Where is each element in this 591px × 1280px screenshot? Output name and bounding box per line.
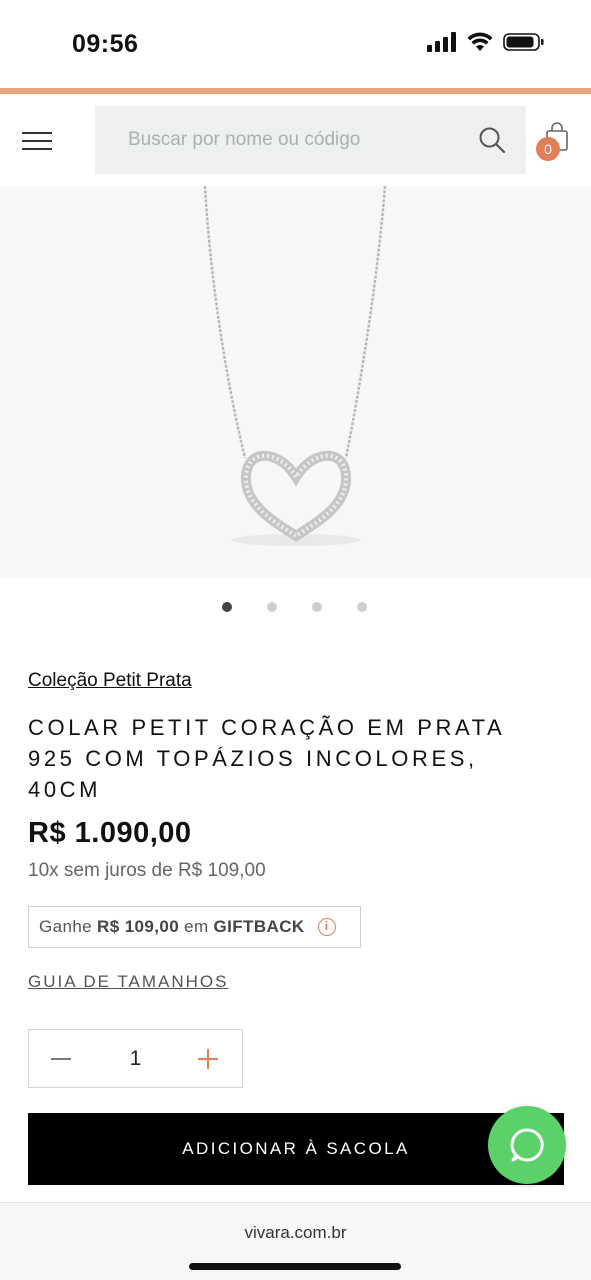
giftback-mid: em bbox=[184, 917, 209, 936]
giftback-amount: R$ 109,00 bbox=[97, 917, 180, 936]
increase-quantity-button[interactable] bbox=[196, 1046, 222, 1072]
decrease-quantity-button[interactable] bbox=[49, 1046, 75, 1072]
status-bar: 09:56 bbox=[0, 0, 591, 88]
product-image[interactable] bbox=[0, 186, 591, 578]
product-price: R$ 1.090,00 bbox=[28, 817, 192, 849]
carousel-dot-4[interactable] bbox=[357, 602, 367, 612]
battery-icon bbox=[503, 32, 545, 57]
hamburger-menu-icon[interactable] bbox=[22, 132, 52, 152]
product-title: COLAR PETIT CORAÇÃO EM PRATA 925 COM TOP… bbox=[28, 715, 505, 802]
collection-link[interactable]: Coleção Petit Prata bbox=[28, 670, 192, 692]
carousel-dots bbox=[222, 602, 367, 612]
whatsapp-icon bbox=[510, 1128, 544, 1162]
whatsapp-chat-button[interactable] bbox=[488, 1106, 566, 1184]
browser-bar: vivara.com.br bbox=[0, 1202, 591, 1280]
cart-count-badge: 0 bbox=[536, 137, 560, 161]
necklace-image bbox=[203, 186, 387, 546]
carousel-dot-2[interactable] bbox=[267, 602, 277, 612]
carousel-dot-3[interactable] bbox=[312, 602, 322, 612]
quantity-value[interactable]: 1 bbox=[130, 1047, 142, 1071]
home-indicator[interactable] bbox=[189, 1263, 401, 1270]
wifi-icon bbox=[467, 32, 493, 57]
status-icons bbox=[427, 32, 545, 57]
search-box bbox=[95, 106, 526, 174]
giftback-label: GIFTBACK bbox=[213, 917, 305, 936]
url-bar[interactable]: vivara.com.br bbox=[0, 1223, 591, 1243]
info-icon[interactable]: i bbox=[317, 918, 336, 936]
add-to-bag-button[interactable]: ADICIONAR À SACOLA bbox=[28, 1113, 564, 1185]
giftback-prefix: Ganhe bbox=[39, 917, 93, 936]
giftback-box: Ganhe R$ 109,00 em GIFTBACK i bbox=[28, 906, 361, 948]
signal-icon bbox=[427, 32, 457, 57]
search-input[interactable] bbox=[95, 106, 455, 174]
carousel-dot-1[interactable] bbox=[222, 602, 232, 612]
header: 0 bbox=[0, 94, 591, 186]
status-time: 09:56 bbox=[72, 30, 139, 58]
installments-text: 10x sem juros de R$ 109,00 bbox=[28, 860, 266, 881]
size-guide-link[interactable]: GUIA DE TAMANHOS bbox=[28, 972, 228, 992]
search-icon[interactable] bbox=[478, 126, 506, 154]
quantity-stepper: 1 bbox=[28, 1029, 243, 1088]
